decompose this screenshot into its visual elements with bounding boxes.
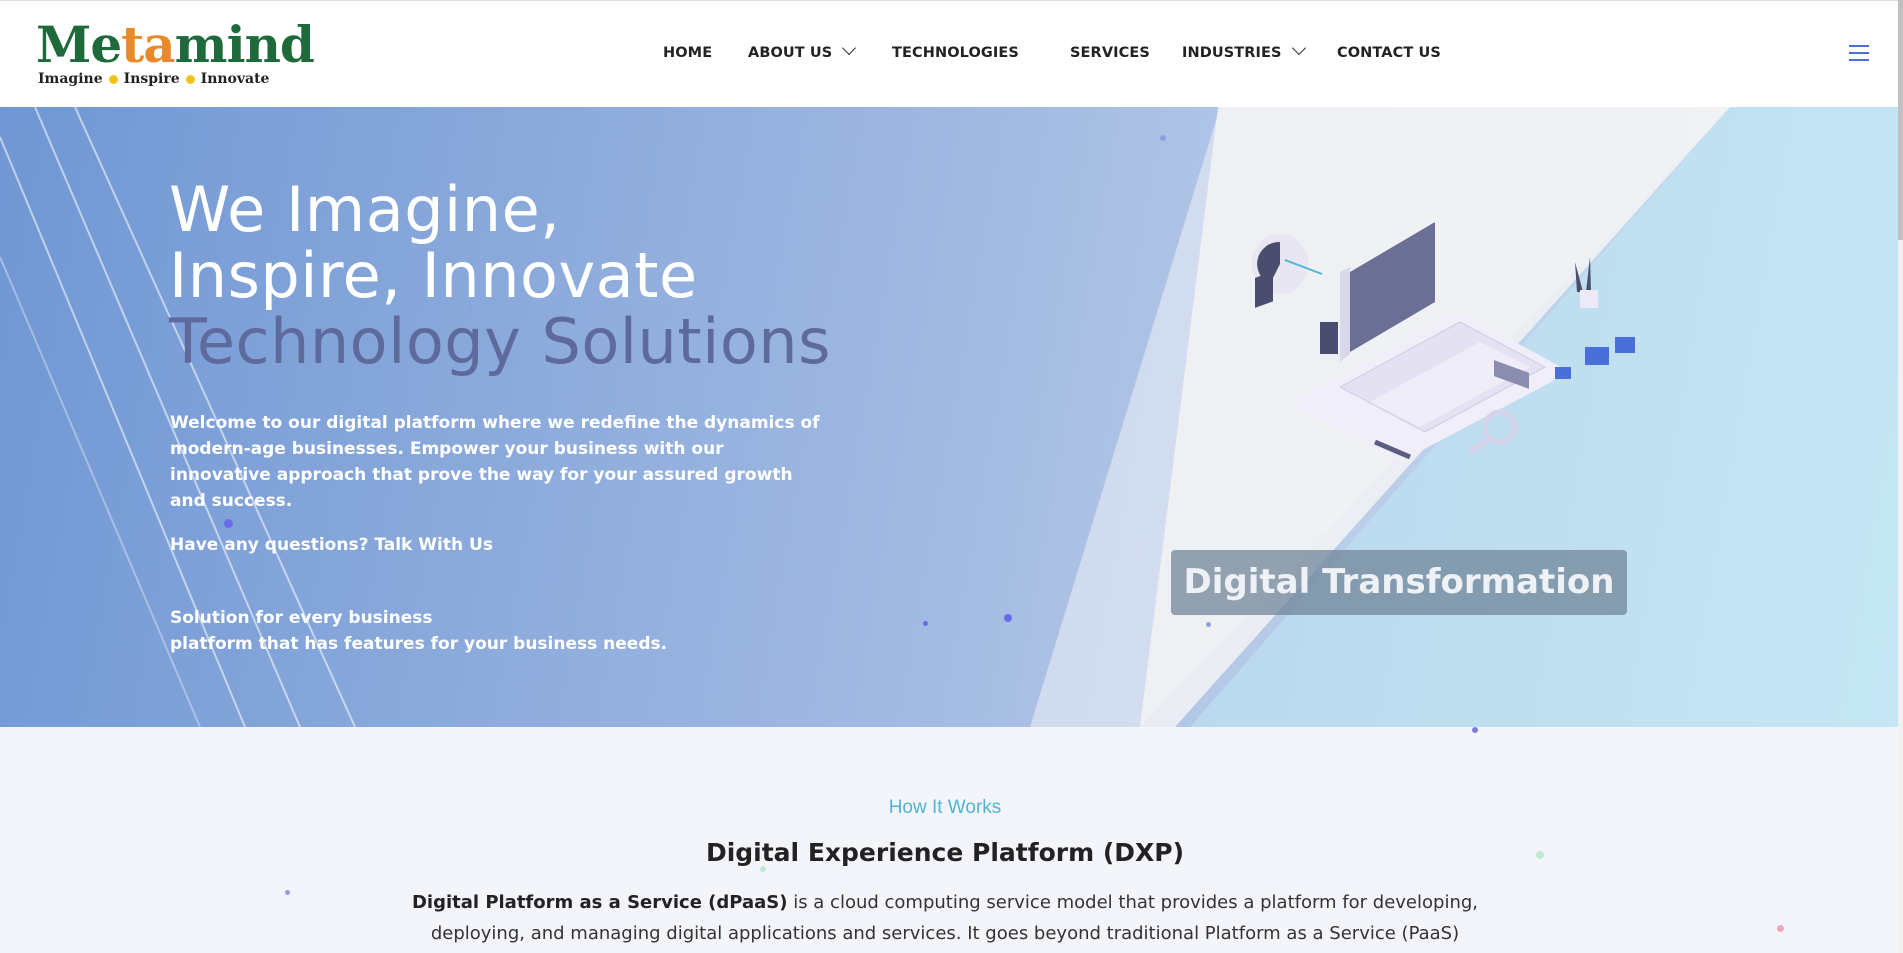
hero-section: We Imagine, Inspire, Innovate Technology… — [0, 107, 1898, 727]
nav-industries[interactable]: INDUSTRIES — [1182, 40, 1306, 61]
decorative-dot — [1472, 727, 1478, 733]
section-title: Digital Experience Platform (DXP) — [705, 838, 1185, 867]
decorative-dot — [1536, 851, 1544, 859]
section-body: Digital Platform as a Service (dPaaS) is… — [411, 892, 1479, 944]
decorative-dot — [760, 866, 766, 872]
hero-contact-prompt[interactable]: Have any questions? Talk With Us — [170, 535, 493, 555]
laptop-illustration — [1252, 222, 1635, 462]
logo-wordmark: Metamind — [36, 15, 315, 74]
decorative-dot — [1160, 135, 1166, 141]
nav-about-us[interactable]: ABOUT US — [748, 40, 857, 61]
metamind-logo[interactable]: Metamind Imagine Inspire Innovate — [36, 19, 315, 89]
nav-technologies[interactable]: TECHNOLOGIES — [892, 45, 1019, 61]
site-header: Metamind Imagine Inspire Innovate HOME ABO… — [0, 0, 1898, 107]
decorative-dot — [1206, 622, 1211, 627]
digital-transformation-badge: Digital Transformation — [1171, 550, 1627, 615]
chevron-down-icon — [842, 40, 857, 56]
decorative-dot — [923, 621, 928, 626]
hero-solution-text: Solution for every business platform tha… — [170, 608, 668, 654]
menu-icon[interactable] — [1849, 45, 1869, 63]
scrollbar-thumb[interactable] — [1898, 0, 1903, 240]
decorative-dot — [224, 519, 233, 528]
decorative-dot — [1777, 925, 1784, 932]
how-it-works-section: How It Works Digital Experience Platform… — [0, 727, 1898, 953]
nav-contact-us[interactable]: CONTACT US — [1337, 45, 1441, 61]
nav-services[interactable]: SERVICES — [1070, 45, 1150, 61]
logo-tagline: Imagine Inspire Innovate — [38, 71, 270, 87]
decorative-dot — [1004, 614, 1012, 622]
decorative-dot — [285, 890, 290, 895]
section-eyebrow: How It Works — [888, 797, 1002, 818]
decorative-dot — [468, 307, 473, 312]
chevron-down-icon — [1291, 40, 1306, 56]
hero-description: Welcome to our digital platform where we… — [170, 413, 820, 511]
hero-heading: We Imagine, Inspire, Innovate Technology… — [169, 173, 831, 378]
nav-home[interactable]: HOME — [663, 45, 712, 61]
